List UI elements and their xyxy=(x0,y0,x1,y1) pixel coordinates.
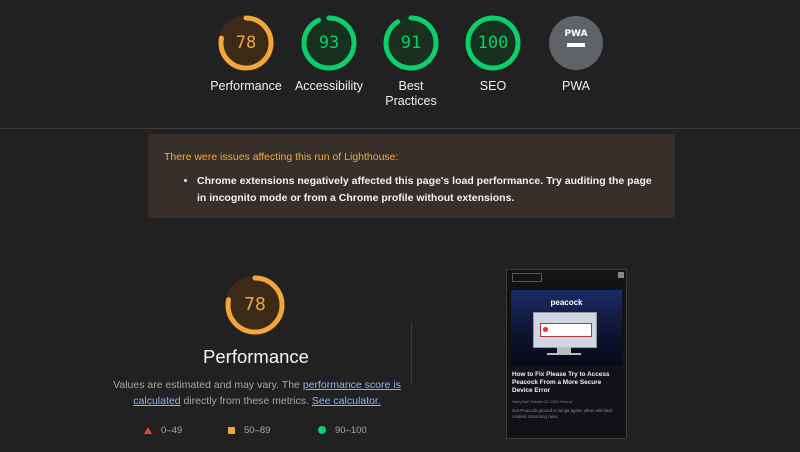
legend-pass: 90–100 xyxy=(318,425,367,436)
fail-triangle-icon xyxy=(144,426,152,434)
gauge-best-practices[interactable]: 91 Best Practices xyxy=(367,14,455,109)
warning-title: There were issues affecting this run of … xyxy=(164,151,399,163)
monitor-icon xyxy=(533,312,597,348)
thumbnail-article-title: How to Fix Please Try to Access Peacock … xyxy=(512,371,610,394)
performance-score: 78 xyxy=(235,33,257,53)
desc-text-1: Values are estimated and may vary. The xyxy=(113,379,303,391)
pwa-badge-icon: PWA xyxy=(549,16,603,70)
thumbnail-article-meta: Harry Ball October 22, 2022 How to xyxy=(512,400,572,404)
performance-main-score: 78 xyxy=(244,294,266,315)
average-square-icon xyxy=(228,426,235,434)
gauge-pwa[interactable]: PWA PWA xyxy=(532,14,620,94)
thumbnail-brand: peacock xyxy=(550,298,583,307)
gauge-seo[interactable]: 100 SEO xyxy=(449,14,537,94)
thumbnail-article-excerpt: Got Peacock ground to wings again, what … xyxy=(512,408,612,419)
pwa-label: PWA xyxy=(561,79,590,93)
legend-pass-range: 90–100 xyxy=(335,425,367,436)
performance-section-title: Performance xyxy=(203,346,309,367)
thumbnail-site-header xyxy=(507,270,626,284)
site-logo-icon xyxy=(512,273,542,282)
scrollbar-icon xyxy=(618,272,624,278)
warning-box: There were issues affecting this run of … xyxy=(148,134,675,218)
page-screenshot-thumbnail[interactable]: peacock How to Fix Please Try to Access … xyxy=(506,269,627,439)
seo-label: SEO xyxy=(479,79,507,93)
pass-circle-icon xyxy=(318,426,326,435)
svg-text:PWA: PWA xyxy=(564,29,587,39)
legend-fail-range: 0–49 xyxy=(161,425,183,436)
error-dialog-icon xyxy=(540,323,592,337)
accessibility-score: 93 xyxy=(318,33,340,53)
legend-fail: 0–49 xyxy=(144,425,182,436)
see-calculator-link[interactable]: See calculator. xyxy=(312,395,381,407)
gauge-performance[interactable]: 78 Performance xyxy=(202,14,290,94)
legend-average-range: 50–89 xyxy=(244,425,271,436)
warning-list: Chrome extensions negatively affected th… xyxy=(164,173,659,207)
warning-item: Chrome extensions negatively affected th… xyxy=(197,173,659,207)
best-practices-score: 91 xyxy=(400,33,422,53)
seo-score: 100 xyxy=(477,33,509,53)
performance-main-gauge: 78 xyxy=(224,274,286,336)
section-divider xyxy=(411,322,412,384)
category-gauges: 78 Performance 93 Accessibility 91 Best … xyxy=(0,0,800,128)
header-divider xyxy=(0,128,800,129)
accessibility-label: Accessibility xyxy=(294,79,364,93)
legend-average: 50–89 xyxy=(228,425,270,436)
thumbnail-hero-image: peacock xyxy=(511,290,622,366)
performance-description: Values are estimated and may vary. The p… xyxy=(112,377,402,409)
performance-label: Performance xyxy=(210,79,282,93)
desc-text-2: directly from these metrics. xyxy=(180,395,312,407)
gauge-accessibility[interactable]: 93 Accessibility xyxy=(285,14,373,94)
best-practices-label: Best Practices xyxy=(385,79,437,108)
